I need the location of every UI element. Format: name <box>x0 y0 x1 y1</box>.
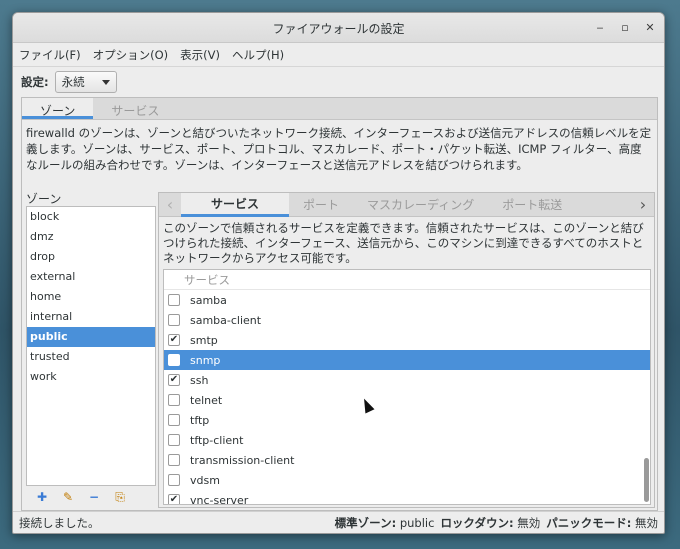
outer-tabs: ゾーン サービス <box>22 98 657 120</box>
service-name: telnet <box>190 393 223 407</box>
service-name: vdsm <box>190 473 220 487</box>
checkbox[interactable] <box>168 294 180 306</box>
checkbox[interactable] <box>168 454 180 466</box>
lockdown-value: 無効 <box>517 515 541 530</box>
load-defaults-icon[interactable]: ⎘ <box>112 489 128 505</box>
service-name: vnc-server <box>190 493 249 505</box>
service-row[interactable]: telnet <box>164 390 650 410</box>
default-zone-label: 標準ゾーン: <box>334 515 397 530</box>
scroll-thumb[interactable] <box>644 458 649 502</box>
zone-item-drop[interactable]: drop <box>27 247 155 267</box>
minimize-icon[interactable]: ‒ <box>592 20 608 36</box>
lockdown-label: ロックダウン: <box>440 515 514 530</box>
menu-options[interactable]: オプション(O) <box>93 47 169 63</box>
tab-services[interactable]: サービス <box>93 98 177 119</box>
service-column-header[interactable]: サービス <box>164 270 650 290</box>
chevron-down-icon <box>101 79 110 85</box>
menu-file[interactable]: ファイル(F) <box>19 47 81 63</box>
edit-zone-icon[interactable]: ✎ <box>60 489 76 505</box>
checkbox[interactable] <box>168 314 180 326</box>
chevron-right-icon[interactable]: › <box>632 195 654 214</box>
tab-inner-masquerading[interactable]: マスカレーディング <box>353 193 488 217</box>
status-message: 接続しました。 <box>19 515 100 530</box>
service-row[interactable]: ✔ smtp <box>164 330 650 350</box>
service-row[interactable]: samba-client <box>164 310 650 330</box>
inner-tabs: ‹ サービス ポート マスカレーディング ポート転送 › <box>159 192 654 217</box>
checkbox[interactable] <box>168 394 180 406</box>
service-row[interactable]: tftp <box>164 410 650 430</box>
tab-inner-ports[interactable]: ポート <box>289 193 353 217</box>
tab-inner-services[interactable]: サービス <box>181 192 290 217</box>
zone-item-public[interactable]: public <box>27 327 155 347</box>
service-name: transmission-client <box>190 453 295 467</box>
service-name: samba <box>190 293 227 307</box>
status-info: 標準ゾーン: public ロックダウン: 無効 パニックモード: 無効 <box>335 515 658 531</box>
config-combo-value: 永続 <box>61 75 85 89</box>
menu-help[interactable]: ヘルプ(H) <box>232 47 284 63</box>
config-bar: 設定: 永続 <box>13 67 664 97</box>
checkbox-checked[interactable]: ✔ <box>168 374 180 386</box>
checkbox[interactable] <box>168 354 180 366</box>
service-row[interactable]: tftp-client <box>164 430 650 450</box>
config-label: 設定: <box>21 75 49 89</box>
titlebar[interactable]: ファイアウォールの設定 ‒ ▫ ✕ <box>13 13 664 43</box>
zone-item-dmz[interactable]: dmz <box>27 227 155 247</box>
window-title: ファイアウォールの設定 <box>272 22 405 36</box>
zone-item-block[interactable]: block <box>27 207 155 227</box>
service-row[interactable]: transmission-client <box>164 450 650 470</box>
checkbox[interactable] <box>168 414 180 426</box>
service-name: tftp <box>190 413 210 427</box>
default-zone-value: public <box>399 515 435 530</box>
services-description: このゾーンで信頼されるサービスを定義できます。信頼されたサービスは、このゾーンと… <box>163 221 644 265</box>
panic-value: 無効 <box>635 515 658 530</box>
panic-label: パニックモード: <box>546 515 632 530</box>
service-row[interactable]: ✔ vnc-server <box>164 490 650 505</box>
maximize-icon[interactable]: ▫ <box>617 20 633 36</box>
service-name: ssh <box>190 373 209 387</box>
close-icon[interactable]: ✕ <box>642 20 658 36</box>
zone-item-work[interactable]: work <box>27 367 155 387</box>
menu-view[interactable]: 表示(V) <box>180 47 220 63</box>
service-row[interactable]: vdsm <box>164 470 650 490</box>
checkbox-checked[interactable]: ✔ <box>168 334 180 346</box>
remove-zone-icon[interactable]: − <box>86 489 102 505</box>
service-name: tftp-client <box>190 433 244 447</box>
config-combo[interactable]: 永続 <box>54 71 117 93</box>
zone-item-internal[interactable]: internal <box>27 307 155 327</box>
service-name: smtp <box>190 333 218 347</box>
service-scrollbar[interactable] <box>642 270 650 504</box>
zone-item-home[interactable]: home <box>27 287 155 307</box>
service-row[interactable]: samba <box>164 290 650 310</box>
statusbar: 接続しました。 標準ゾーン: public ロックダウン: 無効 パニックモード… <box>13 511 664 533</box>
service-row[interactable]: ✔ ssh <box>164 370 650 390</box>
zone-item-external[interactable]: external <box>27 267 155 287</box>
zone-item-trusted[interactable]: trusted <box>27 347 155 367</box>
service-name: samba-client <box>190 313 262 327</box>
zone-toolbar: ✚ ✎ − ⎘ <box>26 486 156 508</box>
inner-notebook: ‹ サービス ポート マスカレーディング ポート転送 › このゾーンで信頼される… <box>158 192 655 508</box>
zone-list: block dmz drop external home internal pu… <box>26 206 156 486</box>
checkbox[interactable] <box>168 434 180 446</box>
firewall-config-window: ファイアウォールの設定 ‒ ▫ ✕ ファイル(F) オプション(O) 表示(V)… <box>12 12 665 534</box>
tab-zones[interactable]: ゾーン <box>22 98 94 119</box>
zone-list-label: ゾーン <box>26 192 62 206</box>
add-zone-icon[interactable]: ✚ <box>34 489 50 505</box>
menubar: ファイル(F) オプション(O) 表示(V) ヘルプ(H) <box>13 43 664 67</box>
checkbox[interactable] <box>168 474 180 486</box>
service-list: サービス samba samba-client ✔ smtp snmp ✔ ssh telne… <box>163 269 651 505</box>
tab-inner-port-forwarding[interactable]: ポート転送 <box>488 193 576 217</box>
outer-notebook: ゾーン サービス firewalld のゾーンは、ゾーンと結びついたネットワーク… <box>21 97 658 511</box>
chevron-left-icon[interactable]: ‹ <box>159 195 181 214</box>
service-rows: samba samba-client ✔ smtp snmp ✔ ssh telnet tftp… <box>164 290 650 505</box>
checkbox-checked[interactable]: ✔ <box>168 494 180 504</box>
service-name: snmp <box>190 353 221 367</box>
service-row[interactable]: snmp <box>164 350 650 370</box>
zone-description: firewalld のゾーンは、ゾーンと結びついたネットワーク接続、インターフェ… <box>26 126 652 172</box>
